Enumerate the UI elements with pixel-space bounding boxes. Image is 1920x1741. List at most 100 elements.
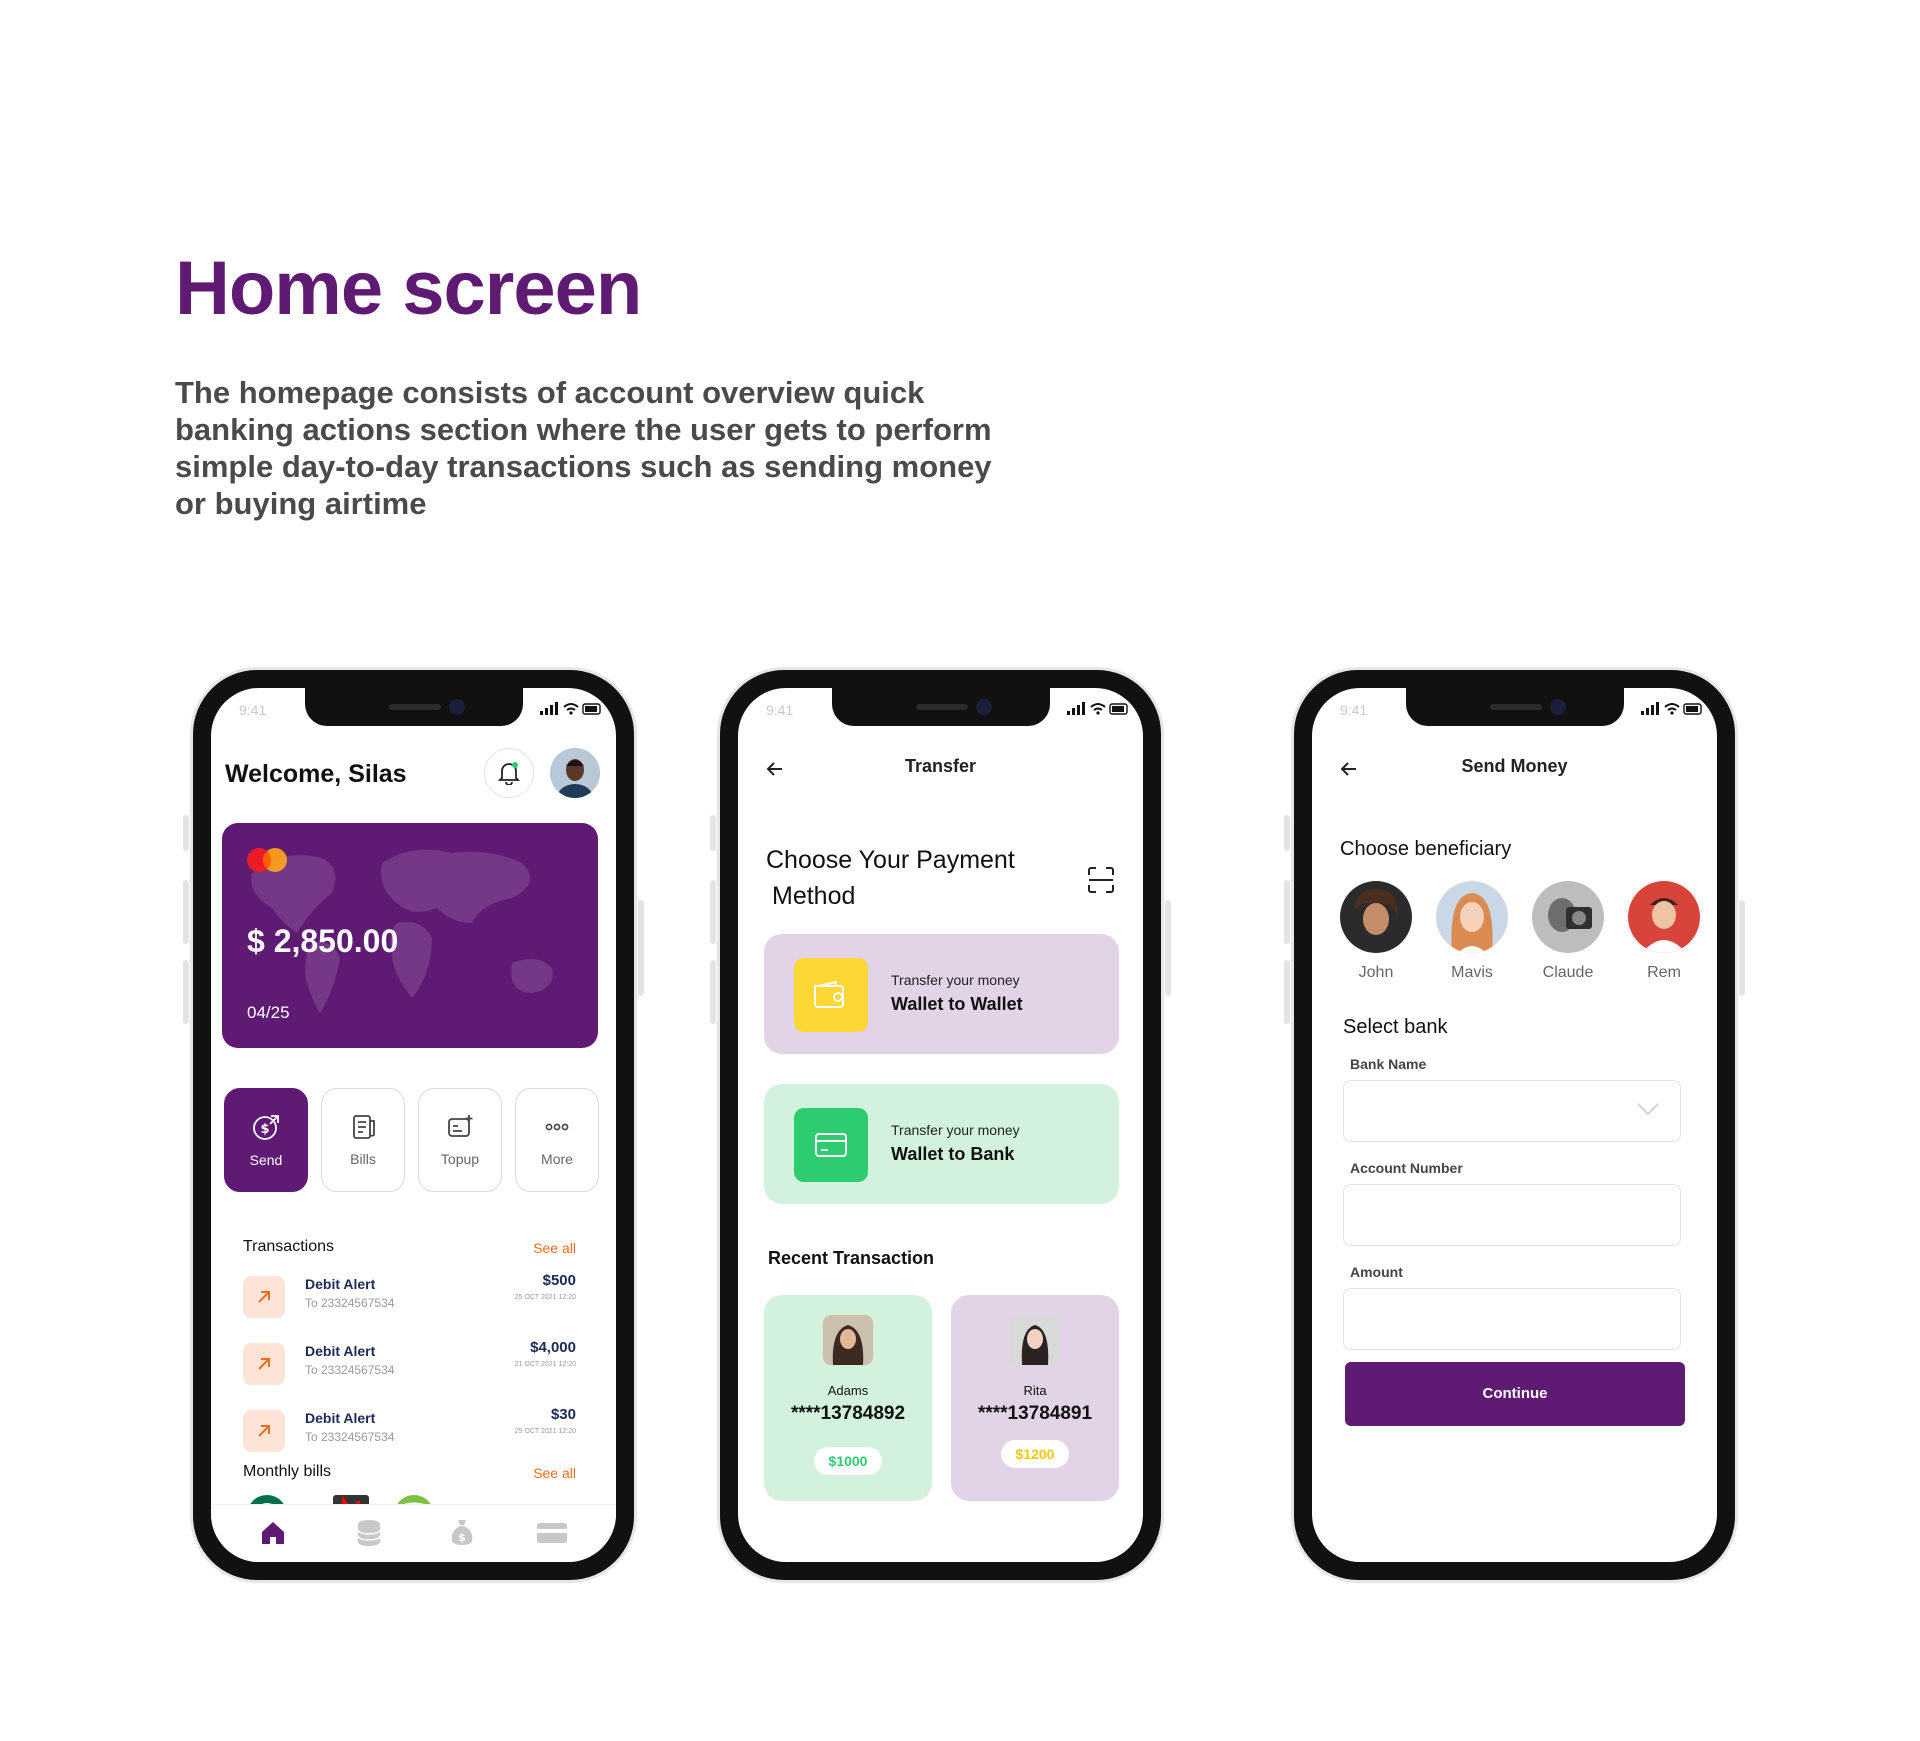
phone-send-money: 9:41 Send Money Choose beneficiary John — [1284, 670, 1745, 1580]
transfer-screen: 9:41 Transfer Choose Your Payment Method — [738, 688, 1143, 1562]
chevron-down-icon — [1637, 1103, 1659, 1116]
more-label: More — [541, 1151, 573, 1167]
payment-method-heading: Choose Your Payment Method — [766, 846, 1015, 910]
recent-transaction-title: Recent Transaction — [768, 1248, 935, 1268]
phone-transfer: 9:41 Transfer Choose Your Payment Method — [710, 670, 1171, 1580]
topup-icon — [448, 1115, 473, 1137]
debit-arrow-icon — [243, 1276, 285, 1318]
welcome-heading: Welcome, Silas — [225, 760, 407, 788]
scan-icon[interactable] — [1087, 866, 1115, 894]
account-number-input[interactable] — [1343, 1184, 1681, 1246]
recent-transaction-card[interactable]: Rita ****13784891 $1200 — [951, 1295, 1119, 1501]
svg-text:$: $ — [260, 1122, 269, 1137]
account-number-label: Account Number — [1350, 1160, 1463, 1176]
beneficiary-avatar-rem[interactable] — [1628, 881, 1700, 953]
beneficiary-name: Rem — [1647, 964, 1681, 981]
recipient-name: Adams — [827, 1383, 869, 1398]
wallet-to-wallet-option[interactable]: Transfer your money Wallet to Wallet — [764, 934, 1119, 1054]
topup-label: Topup — [440, 1151, 480, 1167]
transaction-amount: $500 — [542, 1272, 576, 1289]
recipient-avatar — [823, 1315, 873, 1365]
beneficiary-avatar-claude[interactable] — [1532, 881, 1604, 953]
beneficiary-name: Mavis — [1451, 964, 1493, 981]
send-button[interactable]: $ Send — [224, 1088, 308, 1192]
database-icon[interactable] — [356, 1519, 382, 1547]
more-button[interactable]: More — [515, 1088, 599, 1192]
debit-arrow-icon — [243, 1410, 285, 1452]
balance-card[interactable]: $ 2,850.00 04/25 — [222, 823, 598, 1048]
transaction-title: Debit Alert — [305, 1410, 376, 1426]
transaction-amount: $4,000 — [530, 1339, 576, 1356]
monthly-bills-title: Monthly bills — [243, 1463, 332, 1480]
bills-button[interactable]: Bills — [321, 1088, 405, 1192]
user-avatar[interactable] — [550, 748, 600, 798]
send-money-icon: $ — [253, 1115, 279, 1140]
beneficiary-avatar-john[interactable] — [1340, 881, 1412, 953]
bank-card-icon — [794, 1108, 868, 1182]
card-expiry: 04/25 — [247, 1003, 290, 1022]
bell-icon — [498, 762, 520, 785]
beneficiary-name: Claude — [1542, 964, 1594, 981]
status-time: 9:41 — [766, 702, 794, 718]
method-title: Wallet to Wallet — [891, 994, 1023, 1014]
svg-text:$: $ — [458, 1531, 466, 1544]
wallet-icon[interactable] — [536, 1521, 568, 1545]
transaction-date: 21 OCT 2021 12:20 — [514, 1361, 576, 1368]
send-money-title: Send Money — [1461, 756, 1568, 776]
status-icons — [1641, 702, 1702, 715]
amount-label: Amount — [1350, 1264, 1403, 1280]
method-subtitle: Transfer your money — [891, 972, 1020, 988]
wallet-icon — [794, 958, 868, 1032]
transaction-title: Debit Alert — [305, 1276, 376, 1292]
method-subtitle: Transfer your money — [891, 1122, 1020, 1138]
recipient-account: ****13784891 — [977, 1403, 1093, 1424]
bank-name-select[interactable] — [1343, 1080, 1681, 1142]
amount-pill: $1200 — [1001, 1440, 1069, 1468]
recipient-account: ****13784892 — [790, 1403, 906, 1424]
mastercard-logo — [247, 848, 287, 872]
more-icon — [545, 1123, 569, 1131]
card-balance: $ 2,850.00 — [247, 923, 399, 959]
transaction-recipient: To 23324567534 — [305, 1296, 395, 1310]
continue-button[interactable]: Continue — [1345, 1362, 1685, 1426]
amount-input[interactable] — [1343, 1288, 1681, 1350]
send-label: Send — [249, 1152, 283, 1168]
amount-pill: $1000 — [814, 1447, 882, 1475]
transaction-amount: $30 — [550, 1406, 576, 1423]
beneficiary-name: John — [1358, 964, 1394, 981]
notification-button[interactable] — [484, 748, 534, 798]
recipient-name: Rita — [1023, 1383, 1047, 1398]
home-icon[interactable] — [259, 1519, 287, 1547]
beneficiary-heading: Choose beneficiary — [1340, 838, 1512, 860]
transaction-recipient: To 23324567534 — [305, 1363, 395, 1377]
status-time: 9:41 — [1340, 702, 1368, 718]
transactions-see-all[interactable]: See all — [533, 1240, 576, 1256]
transaction-date: 25 OCT 2021 12:20 — [514, 1294, 576, 1301]
recipient-avatar — [1010, 1315, 1060, 1365]
transactions-title: Transactions — [243, 1238, 334, 1255]
select-bank-heading: Select bank — [1343, 1016, 1448, 1038]
bills-label: Bills — [350, 1151, 376, 1167]
debit-arrow-icon — [243, 1343, 285, 1385]
transaction-title: Debit Alert — [305, 1343, 376, 1359]
beneficiary-avatar-mavis[interactable] — [1436, 881, 1508, 953]
home-screen: 9:41 Welcome, Silas $ 2,850.00 04/25 $ S… — [211, 688, 616, 1562]
recent-transaction-card[interactable]: Adams ****13784892 $1000 — [764, 1295, 932, 1501]
monthly-bills-see-all[interactable]: See all — [533, 1465, 576, 1481]
status-icons — [1067, 702, 1128, 715]
bottom-tab-bar: $ — [211, 1504, 616, 1562]
bank-name-label: Bank Name — [1350, 1056, 1427, 1072]
page-title: Home screen — [175, 246, 642, 331]
status-time: 9:41 — [239, 702, 267, 718]
phone-home: 9:41 Welcome, Silas $ 2,850.00 04/25 $ S… — [183, 670, 644, 1580]
status-icons — [540, 702, 601, 715]
bills-icon — [353, 1115, 375, 1139]
send-money-screen: 9:41 Send Money Choose beneficiary John — [1312, 688, 1717, 1562]
transaction-recipient: To 23324567534 — [305, 1430, 395, 1444]
wallet-to-bank-option[interactable]: Transfer your money Wallet to Bank — [764, 1084, 1119, 1204]
transaction-date: 25 OCT 2021 12:20 — [514, 1428, 576, 1435]
method-title: Wallet to Bank — [891, 1144, 1015, 1164]
topup-button[interactable]: Topup — [418, 1088, 502, 1192]
transfer-title: Transfer — [904, 756, 977, 776]
money-bag-icon[interactable]: $ — [448, 1517, 476, 1547]
